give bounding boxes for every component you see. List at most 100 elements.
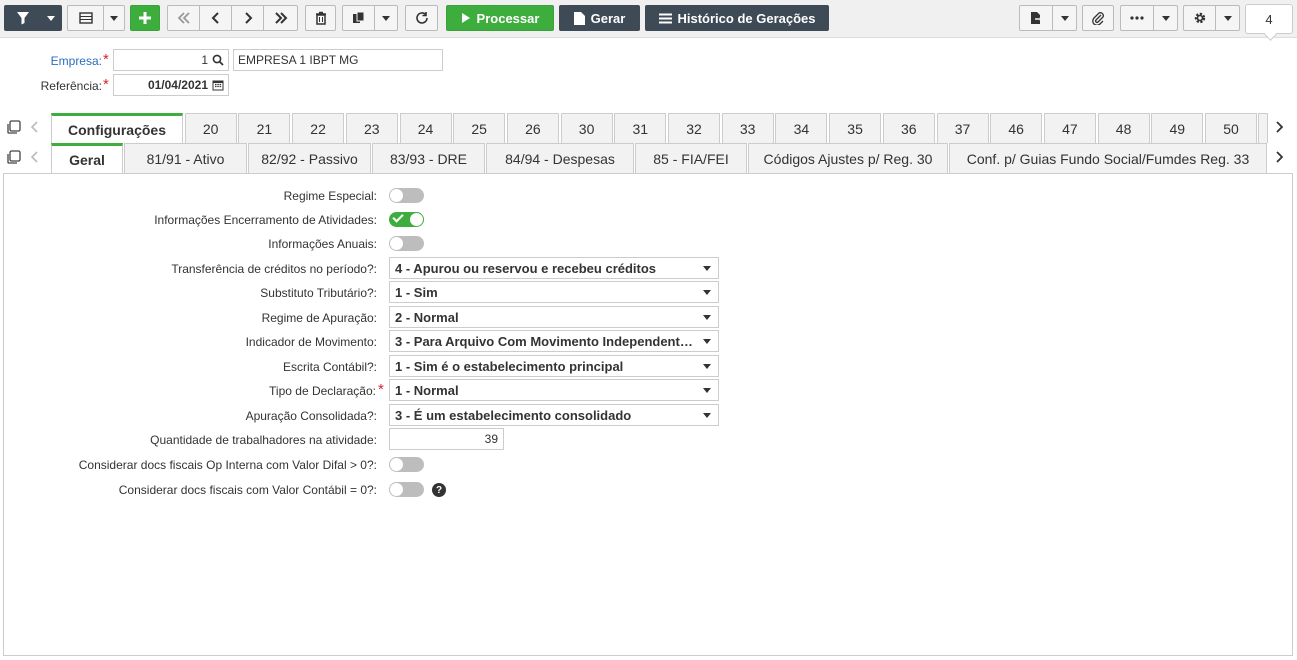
more-button[interactable] — [1120, 5, 1153, 31]
tab-configuracoes[interactable]: Configurações — [51, 113, 183, 144]
tab-33[interactable]: 33 — [721, 113, 774, 143]
more-dropdown-button[interactable] — [1153, 5, 1178, 31]
paperclip-icon — [1092, 12, 1104, 25]
subtab-3[interactable]: 83/93 - DRE — [372, 143, 485, 173]
copy-button[interactable] — [342, 5, 374, 31]
tabs-scroll-left-icon[interactable] — [28, 119, 42, 135]
export-button[interactable] — [1019, 5, 1052, 31]
subtab-4[interactable]: 84/94 - Despesas — [486, 143, 634, 173]
encerramento-toggle[interactable] — [389, 211, 424, 227]
export-dropdown-button[interactable] — [1052, 5, 1077, 31]
chevron-down-icon — [1060, 15, 1069, 21]
gerar-label: Gerar — [590, 10, 626, 26]
plus-icon — [139, 12, 151, 24]
tab-22[interactable]: 22 — [292, 113, 345, 143]
tab-46[interactable]: 46 — [990, 113, 1043, 143]
check-icon — [392, 211, 404, 223]
substituto-value: 1 - Sim — [395, 284, 438, 300]
substituto-select[interactable]: 1 - Sim — [389, 281, 719, 303]
filter-button[interactable] — [4, 5, 40, 31]
chevron-down-icon — [703, 266, 711, 271]
file-export-icon — [1031, 12, 1043, 24]
subtab-5[interactable]: 85 - FIA/FEI — [635, 143, 747, 173]
tabs-scroll-right-icon[interactable] — [1272, 119, 1286, 135]
attach-button[interactable] — [1082, 5, 1114, 31]
subtab-7[interactable]: Conf. p/ Guias Fundo Social/Fumdes Reg. … — [949, 143, 1267, 173]
subtab-1[interactable]: 81/91 - Ativo — [124, 143, 247, 173]
tab-48[interactable]: 48 — [1097, 113, 1150, 143]
gerar-button[interactable]: Gerar — [559, 5, 640, 31]
tab-30[interactable]: 30 — [560, 113, 613, 143]
grid-dropdown-button[interactable] — [103, 5, 125, 31]
next-record-button[interactable] — [231, 5, 264, 31]
add-button[interactable] — [130, 5, 160, 31]
tab-overflow[interactable] — [1258, 113, 1268, 143]
tab-37[interactable]: 37 — [936, 113, 989, 143]
tab-36[interactable]: 36 — [882, 113, 935, 143]
subtabs-menu-icon[interactable] — [6, 149, 22, 165]
delete-button[interactable] — [305, 5, 336, 31]
first-record-button[interactable] — [167, 5, 200, 31]
subtabs-scroll-right-icon[interactable] — [1272, 149, 1286, 165]
processar-button[interactable]: Processar — [446, 5, 554, 31]
regime-apuracao-label: Regime de Apuração: — [261, 311, 377, 325]
escrita-select[interactable]: 1 - Sim é o estabelecimento principal — [389, 355, 719, 377]
qtd-trabalhadores-input[interactable]: 39 — [389, 428, 504, 450]
previous-record-button[interactable] — [199, 5, 232, 31]
substituto-label: Substituto Tributário?: — [260, 286, 377, 300]
subtabs-scroll-left-icon[interactable] — [28, 149, 42, 165]
empresa-label[interactable]: Empresa: — [40, 54, 102, 68]
tab-32[interactable]: 32 — [668, 113, 720, 143]
tab-47[interactable]: 47 — [1043, 113, 1096, 143]
tab-35[interactable]: 35 — [829, 113, 882, 143]
tab-49[interactable]: 49 — [1151, 113, 1204, 143]
settings-button[interactable] — [1183, 5, 1215, 31]
tab-34[interactable]: 34 — [775, 113, 828, 143]
regime-especial-toggle[interactable] — [389, 188, 424, 203]
regime-apuracao-value: 2 - Normal — [395, 309, 459, 325]
referencia-label: Referência: — [40, 79, 102, 93]
copy-dropdown-button[interactable] — [374, 5, 398, 31]
toolbar: Processar Gerar Histórico de Gerações 4 — [0, 0, 1297, 38]
valor-contabil-toggle[interactable] — [389, 482, 424, 497]
transferencia-select[interactable]: 4 - Apurou ou reservou e recebeu crédito… — [389, 257, 719, 279]
refresh-button[interactable] — [405, 5, 438, 31]
main-tabs: Configurações 20 21 22 23 24 25 26 30 31 32 33 34 35 3… — [0, 113, 1297, 144]
apuracao-consolidada-select[interactable]: 3 - É um estabelecimento consolidado — [389, 404, 719, 426]
filter-dropdown-button[interactable] — [40, 5, 62, 31]
tab-20[interactable]: 20 — [184, 113, 237, 143]
empresa-code-value: 1 — [201, 53, 208, 67]
help-icon[interactable]: ? — [432, 483, 446, 497]
tab-21[interactable]: 21 — [238, 113, 291, 143]
subtab-0[interactable]: Geral — [51, 143, 123, 174]
indicador-value: 3 - Para Arquivo Com Movimento Independe… — [395, 333, 696, 349]
tab-24[interactable]: 24 — [399, 113, 452, 143]
record-counter[interactable]: 4 — [1245, 4, 1293, 34]
tab-31[interactable]: 31 — [614, 113, 667, 143]
sub-tabs: Geral 81/91 - Ativo 82/92 - Passivo 83/93 -… — [0, 143, 1297, 174]
tipo-declaracao-select[interactable]: 1 - Normal — [389, 379, 719, 401]
last-record-button[interactable] — [263, 5, 298, 31]
tab-26[interactable]: 26 — [506, 113, 559, 143]
referencia-input[interactable]: 01/04/2021 — [113, 74, 229, 96]
apuracao-consolidada-label: Apuração Consolidada?: — [245, 409, 377, 423]
subtab-6[interactable]: Códigos Ajustes p/ Reg. 30 — [748, 143, 948, 173]
tab-25[interactable]: 25 — [453, 113, 506, 143]
tabs-menu-icon[interactable] — [6, 119, 22, 135]
subtab-2[interactable]: 82/92 - Passivo — [248, 143, 371, 173]
tab-50[interactable]: 50 — [1205, 113, 1257, 143]
difal-toggle[interactable] — [389, 457, 424, 472]
grid-view-button[interactable] — [67, 5, 103, 31]
indicador-select[interactable]: 3 - Para Arquivo Com Movimento Independe… — [389, 330, 719, 352]
calendar-icon[interactable] — [212, 79, 224, 91]
historico-button[interactable]: Histórico de Gerações — [645, 5, 829, 31]
tab-23[interactable]: 23 — [345, 113, 398, 143]
chevron-down-icon — [1223, 15, 1232, 21]
regime-apuracao-select[interactable]: 2 - Normal — [389, 306, 719, 328]
chevron-down-icon — [703, 364, 711, 369]
settings-dropdown-button[interactable] — [1215, 5, 1240, 31]
anuais-toggle[interactable] — [389, 236, 424, 251]
search-icon[interactable] — [212, 54, 224, 66]
required-mark: * — [103, 51, 109, 68]
empresa-code-input[interactable]: 1 — [113, 49, 229, 71]
